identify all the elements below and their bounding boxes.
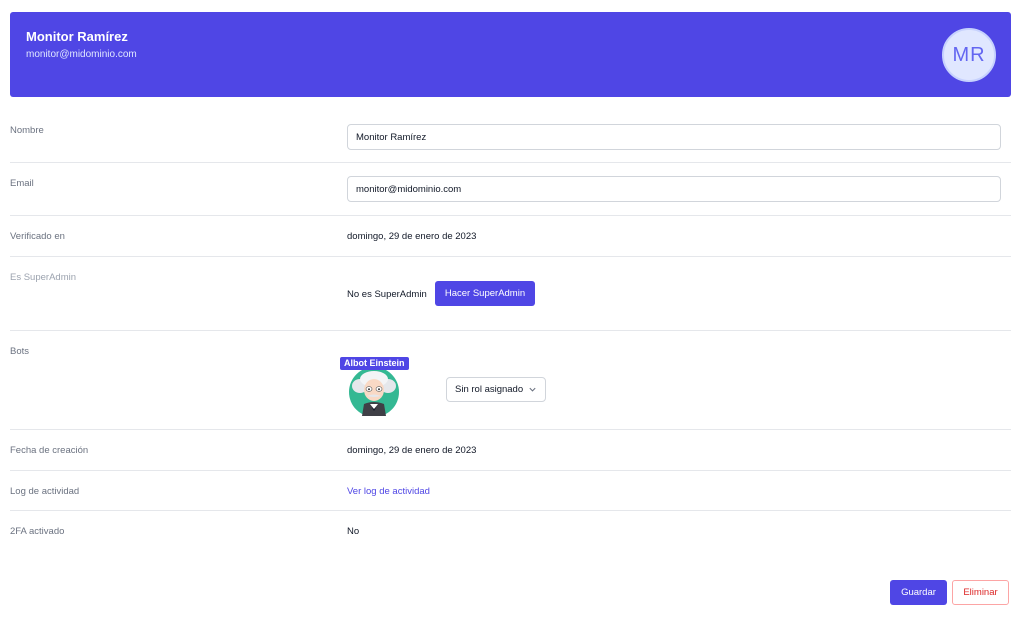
verificado-label: Verificado en [10, 231, 65, 242]
row-bots: Bots Albot Einstein Sin rol asignado [10, 331, 1011, 430]
row-log: Log de actividad Ver log de actividad [10, 471, 1011, 511]
activity-log-link[interactable]: Ver log de actividad [347, 486, 430, 497]
row-verificado: Verificado en domingo, 29 de enero de 20… [10, 216, 1011, 257]
creacion-value: domingo, 29 de enero de 2023 [347, 445, 477, 456]
twofa-value: No [347, 526, 360, 537]
user-name-title: Monitor Ramírez [26, 29, 128, 44]
row-creacion: Fecha de creación domingo, 29 de enero d… [10, 430, 1011, 471]
creacion-label: Fecha de creación [10, 445, 89, 456]
bot-name-badge: Albot Einstein [340, 357, 409, 370]
superadmin-label: Es SuperAdmin [10, 272, 77, 283]
make-superadmin-button[interactable]: Hacer SuperAdmin [435, 281, 535, 306]
avatar: MR [942, 28, 996, 82]
row-superadmin: Es SuperAdmin No es SuperAdmin Hacer Sup… [10, 257, 1011, 331]
log-label: Log de actividad [10, 486, 80, 497]
bot-role-select[interactable]: Sin rol asignado [446, 377, 546, 402]
nombre-label: Nombre [10, 125, 44, 136]
user-email-subtitle: monitor@midominio.com [26, 49, 137, 60]
bot-role-value: Sin rol asignado [455, 384, 524, 395]
email-label: Email [10, 178, 34, 189]
save-button[interactable]: Guardar [890, 580, 947, 605]
row-nombre: Nombre [10, 110, 1011, 163]
user-header-card: Monitor Ramírez monitor@midominio.com MR [10, 12, 1011, 97]
twofa-label: 2FA activado [10, 526, 65, 537]
row-email: Email [10, 163, 1011, 216]
bots-label: Bots [10, 346, 30, 357]
row-2fa: 2FA activado No [10, 511, 1011, 551]
superadmin-status: No es SuperAdmin [347, 289, 427, 300]
email-input[interactable] [347, 176, 1001, 202]
verificado-value: domingo, 29 de enero de 2023 [347, 231, 477, 242]
nombre-input[interactable] [347, 124, 1001, 150]
delete-button[interactable]: Eliminar [952, 580, 1009, 605]
einstein-avatar-icon[interactable] [348, 366, 400, 416]
chevron-down-icon [529, 387, 536, 392]
